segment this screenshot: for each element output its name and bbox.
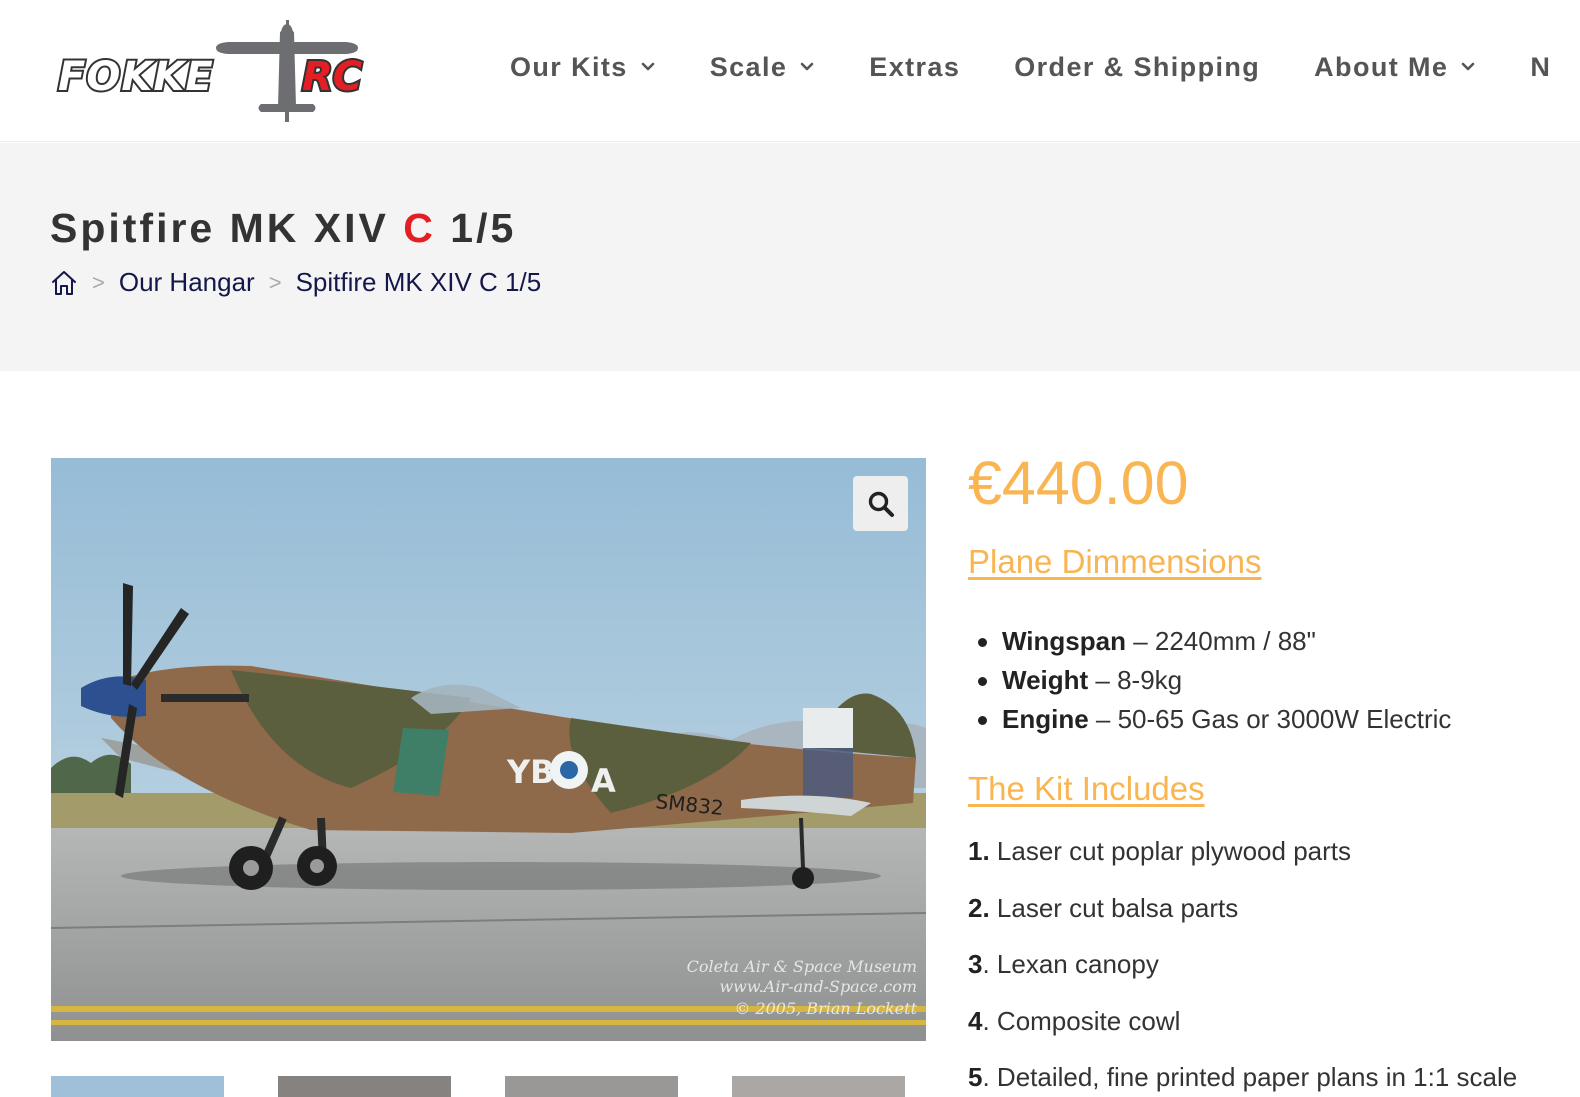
kit-includes-heading[interactable]: The Kit Includes (968, 770, 1205, 808)
product-main-image[interactable]: YB A SM832 Coleta Air & Space Museum www… (51, 458, 926, 1041)
logo-text-fokke: FOKKE (58, 54, 214, 100)
list-item: Weight – 8-9kg (977, 661, 1451, 700)
breadcrumb-our-hangar[interactable]: Our Hangar (119, 267, 255, 298)
chevron-down-icon (1462, 62, 1475, 71)
nav-about-me[interactable]: About Me (1314, 52, 1476, 83)
page-title-band: Spitfire MK XIV C 1/5 > Our Hangar > Spi… (0, 143, 1580, 371)
nav-label: Our Kits (510, 51, 628, 82)
dimensions-list: Wingspan – 2240mm / 88" Weight – 8-9kg E… (977, 622, 1452, 739)
nav-scale[interactable]: Scale (710, 52, 816, 83)
dimension-label: Engine (1002, 704, 1089, 734)
kit-item-number: 1. (968, 836, 990, 866)
chevron-down-icon (800, 62, 814, 71)
nav-order-shipping[interactable]: Order & Shipping (1014, 52, 1260, 83)
site-header: FOKKE RC Our Kits Scale Extras Order & S… (0, 0, 1580, 142)
chevron-down-icon (641, 62, 655, 71)
aircraft-code-right: A (591, 762, 616, 800)
title-variant: C (403, 205, 436, 251)
image-watermark-2: www.Air-and-Space.com (719, 977, 917, 996)
kit-item-text: . Detailed, fine printed paper plans in … (982, 1062, 1518, 1092)
list-item: 1. Laser cut poplar plywood parts (968, 832, 1517, 889)
image-watermark-3: © 2005, Brian Lockett (734, 999, 917, 1018)
kit-item-text: . Lexan canopy (982, 949, 1159, 979)
dimension-value: – 8-9kg (1088, 665, 1183, 695)
gallery-thumbnail[interactable] (51, 1076, 224, 1097)
kit-item-text: . Composite cowl (982, 1005, 1181, 1036)
image-watermark-1: Coleta Air & Space Museum (687, 957, 917, 976)
nav-our-kits[interactable]: Our Kits (510, 52, 656, 83)
dimension-label: Wingspan (1002, 626, 1126, 656)
title-scale: 1/5 (435, 205, 517, 251)
gallery-thumbnail[interactable] (278, 1076, 451, 1097)
list-item: Engine – 50-65 Gas or 3000W Electric (977, 700, 1452, 739)
product-price: €440.00 (968, 449, 1189, 517)
site-logo[interactable]: FOKKE RC (56, 12, 396, 124)
gallery-thumbnail[interactable] (505, 1076, 678, 1097)
logo-text-rc: RC (302, 54, 362, 100)
title-main: Spitfire MK XIV (50, 205, 404, 251)
magnifier-icon (868, 491, 894, 517)
aircraft-code-left: YB (506, 753, 555, 791)
breadcrumb-separator: > (92, 269, 105, 295)
main-nav: Our Kits Scale Extras Order & Shipping A… (510, 46, 1551, 88)
kit-item-text: Laser cut poplar plywood parts (989, 836, 1351, 866)
list-item: 5. Detailed, fine printed paper plans in… (968, 1058, 1517, 1097)
kit-item-text: Laser cut balsa parts (989, 892, 1239, 923)
page-title: Spitfire MK XIV C 1/5 (50, 205, 516, 252)
nav-label: Order & Shipping (1014, 51, 1261, 82)
nav-extras[interactable]: Extras (869, 52, 960, 83)
nav-label: Extras (869, 51, 961, 82)
breadcrumb-current: Spitfire MK XIV C 1/5 (295, 267, 542, 297)
nav-label: About Me (1314, 51, 1449, 82)
kit-includes-list: 1. Laser cut poplar plywood parts 2. Las… (968, 832, 1517, 1097)
breadcrumb: > Our Hangar > Spitfire MK XIV C 1/5 (50, 267, 541, 298)
zoom-button[interactable] (853, 476, 908, 531)
gallery-thumbnail[interactable] (732, 1076, 905, 1097)
home-icon[interactable] (50, 269, 78, 297)
dimension-value: – 2240mm / 88" (1125, 626, 1316, 656)
dimension-value: – 50-65 Gas or 3000W Electric (1088, 704, 1452, 734)
nav-label: Scale (709, 51, 788, 82)
list-item: 3. Lexan canopy (968, 945, 1517, 1002)
kit-item-number: 3 (968, 949, 983, 979)
kit-item-number: 4 (968, 1005, 983, 1036)
list-item: 2. Laser cut balsa parts (968, 889, 1517, 946)
kit-item-number: 5 (968, 1062, 983, 1092)
nav-label: N (1530, 51, 1552, 82)
dimension-label: Weight (1002, 665, 1089, 695)
kit-item-number: 2. (968, 892, 990, 923)
breadcrumb-separator: > (268, 269, 282, 295)
list-item: Wingspan – 2240mm / 88" (977, 622, 1451, 661)
nav-truncated[interactable]: N (1530, 52, 1551, 83)
gallery-thumbnails (51, 1076, 926, 1097)
list-item: 4. Composite cowl (968, 1002, 1517, 1059)
plane-dimensions-heading[interactable]: Plane Dimmensions (968, 543, 1261, 581)
